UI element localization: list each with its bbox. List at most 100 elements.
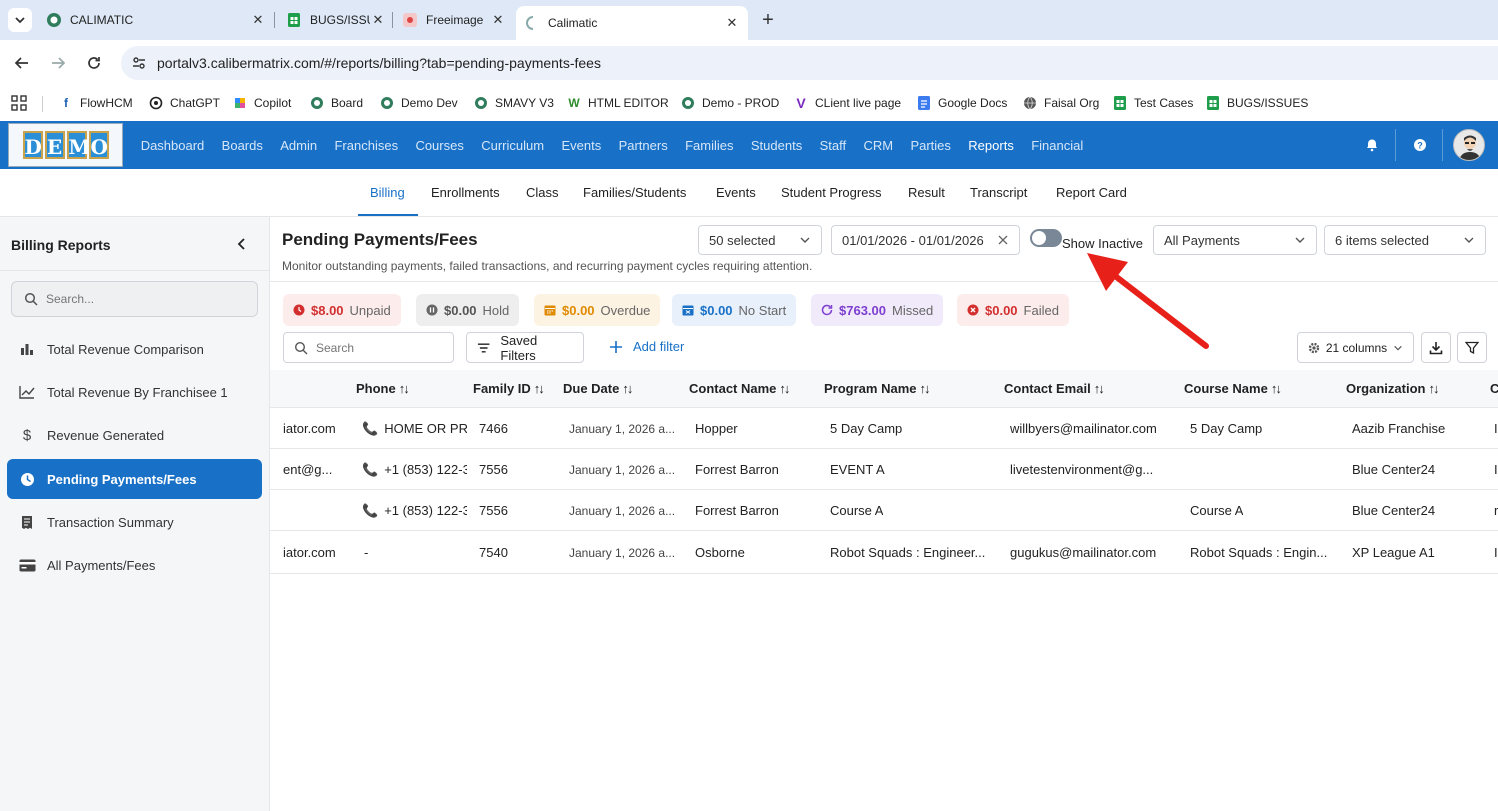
site-settings-icon[interactable] (131, 55, 147, 71)
date-range-picker[interactable]: 01/01/2026 - 01/01/2026 (831, 225, 1020, 255)
browser-tab-calimatic[interactable]: CALIMATIC ✕ (46, 6, 266, 34)
status-select[interactable]: 6 items selected (1324, 225, 1486, 255)
nav-crm[interactable]: CRM (855, 138, 902, 153)
bookmark-faisal-org[interactable]: Faisal Org (1022, 92, 1099, 114)
chip-overdue[interactable]: $0.00 Overdue (534, 294, 661, 326)
nav-boards[interactable]: Boards (213, 138, 272, 153)
back-button[interactable] (10, 51, 34, 75)
download-button[interactable] (1421, 332, 1451, 363)
close-icon[interactable]: ✕ (250, 12, 266, 28)
col-header-due-date[interactable]: Due Date ↑↓ (563, 381, 633, 396)
col-header-truncated[interactable]: C (1490, 381, 1498, 396)
tab-result[interactable]: Result (908, 185, 945, 200)
browser-tab-bugs[interactable]: BUGS/ISSUES ✕ (286, 6, 386, 34)
sidebar-item-revenue-generated[interactable]: $ Revenue Generated (7, 415, 262, 455)
nav-courses[interactable]: Courses (407, 138, 473, 153)
forward-button[interactable] (46, 51, 70, 75)
avatar[interactable] (1453, 129, 1485, 161)
sort-icon[interactable]: ↑↓ (622, 381, 633, 396)
tab-enrollments[interactable]: Enrollments (431, 185, 500, 200)
sidebar-search[interactable] (11, 281, 258, 317)
bookmark-chatgpt[interactable]: ChatGPT (148, 92, 220, 114)
table-search-input[interactable] (316, 340, 446, 355)
chip-unpaid[interactable]: $8.00 Unpaid (283, 294, 401, 326)
sort-icon[interactable]: ↑↓ (919, 381, 930, 396)
nav-families[interactable]: Families (676, 138, 742, 153)
add-filter-button[interactable]: Add filter (609, 339, 684, 354)
chip-hold[interactable]: $0.00 Hold (416, 294, 520, 326)
nav-admin[interactable]: Admin (272, 138, 326, 153)
franchise-select[interactable]: 50 selected (698, 225, 822, 255)
payment-type-select[interactable]: All Payments (1153, 225, 1317, 255)
nav-dashboard[interactable]: Dashboard (132, 138, 213, 153)
chip-missed[interactable]: $763.00 Missed (811, 294, 944, 326)
bookmark-flowhcm[interactable]: f FlowHCM (58, 92, 133, 114)
tab-class[interactable]: Class (526, 185, 559, 200)
col-header-family-id[interactable]: Family ID ↑↓ (473, 381, 545, 396)
sidebar-item-pending-payments[interactable]: Pending Payments/Fees (7, 459, 262, 499)
table-row[interactable]: ent@g... 📞+1 (853) 122-39 7556 January 1… (270, 449, 1498, 490)
close-icon[interactable]: ✕ (490, 12, 506, 28)
nav-financial[interactable]: Financial (1023, 138, 1092, 153)
nav-curriculum[interactable]: Curriculum (473, 138, 553, 153)
sidebar-item-transaction-summary[interactable]: Transaction Summary (7, 502, 262, 542)
nav-partners[interactable]: Partners (610, 138, 677, 153)
tab-events[interactable]: Events (716, 185, 756, 200)
close-icon[interactable]: ✕ (370, 12, 386, 28)
col-header-contact-email[interactable]: Contact Email ↑↓ (1004, 381, 1105, 396)
phone-icon[interactable]: 📞 (362, 503, 378, 518)
show-inactive-toggle[interactable] (1030, 229, 1062, 247)
bookmark-html-editor[interactable]: W HTML EDITOR (566, 92, 668, 114)
bookmark-smavy[interactable]: SMAVY V3 (473, 92, 554, 114)
bookmark-copilot[interactable]: Copilot (232, 92, 291, 114)
nav-staff[interactable]: Staff (811, 138, 855, 153)
col-header-contact-name[interactable]: Contact Name ↑↓ (689, 381, 790, 396)
phone-icon[interactable]: 📞 (362, 421, 378, 436)
apps-button[interactable] (10, 92, 28, 114)
filter-button[interactable] (1457, 332, 1487, 363)
col-header-phone[interactable]: Phone ↑↓ (356, 381, 410, 396)
close-icon[interactable]: ✕ (724, 15, 740, 31)
url-bar[interactable]: portalv3.calibermatrix.com/#/reports/bil… (121, 46, 1498, 80)
table-row[interactable]: 📞+1 (853) 122-39 7556 January 1, 2026 a.… (270, 490, 1498, 531)
col-header-organization[interactable]: Organization ↑↓ (1346, 381, 1439, 396)
tab-student-progress[interactable]: Student Progress (781, 185, 881, 200)
notifications-button[interactable] (1362, 135, 1382, 155)
sort-icon[interactable]: ↑↓ (534, 381, 545, 396)
demo-logo[interactable]: DEMO (8, 123, 123, 167)
col-header-program-name[interactable]: Program Name ↑↓ (824, 381, 930, 396)
bookmark-test-cases[interactable]: Test Cases (1112, 92, 1193, 114)
sort-icon[interactable]: ↑↓ (399, 381, 410, 396)
reload-button[interactable] (82, 51, 106, 75)
tab-search-button[interactable] (8, 8, 32, 32)
sidebar-search-input[interactable] (46, 292, 246, 306)
saved-filters-button[interactable]: Saved Filters (466, 332, 584, 363)
nav-events[interactable]: Events (553, 138, 610, 153)
sidebar-item-total-revenue-comparison[interactable]: Total Revenue Comparison (7, 329, 262, 369)
sort-icon[interactable]: ↑↓ (1271, 381, 1282, 396)
sort-icon[interactable]: ↑↓ (779, 381, 790, 396)
bookmark-demo-prod[interactable]: Demo - PROD (680, 92, 779, 114)
nav-students[interactable]: Students (742, 138, 811, 153)
table-row[interactable]: iator.com 📞HOME OR PRIM 7466 January 1, … (270, 408, 1498, 449)
bookmark-board[interactable]: Board (309, 92, 363, 114)
collapse-sidebar-button[interactable] (232, 234, 252, 254)
help-button[interactable]: ? (1410, 135, 1430, 155)
sidebar-item-total-revenue-by-franchisee[interactable]: Total Revenue By Franchisee 1 (7, 372, 262, 412)
chip-failed[interactable]: $0.00 Failed (957, 294, 1069, 326)
new-tab-button[interactable]: + (757, 8, 779, 32)
tab-billing[interactable]: Billing (370, 185, 405, 200)
tab-transcript[interactable]: Transcript (970, 185, 1027, 200)
nav-franchises[interactable]: Franchises (326, 138, 407, 153)
bookmark-bugs-issues[interactable]: BUGS/ISSUES (1205, 92, 1308, 114)
col-header-course-name[interactable]: Course Name ↑↓ (1184, 381, 1282, 396)
bookmark-google-docs[interactable]: Google Docs (916, 92, 1007, 114)
chip-no-start[interactable]: $0.00 No Start (672, 294, 797, 326)
browser-tab-freeimage[interactable]: Freeimage ✕ (402, 6, 506, 34)
sidebar-item-all-payments[interactable]: All Payments/Fees (7, 545, 262, 585)
nav-parties[interactable]: Parties (902, 138, 960, 153)
phone-icon[interactable]: 📞 (362, 462, 378, 477)
bookmark-client-live[interactable]: V CLient live page (793, 92, 901, 114)
columns-button[interactable]: 21 columns (1297, 332, 1414, 363)
tab-report-card[interactable]: Report Card (1056, 185, 1127, 200)
